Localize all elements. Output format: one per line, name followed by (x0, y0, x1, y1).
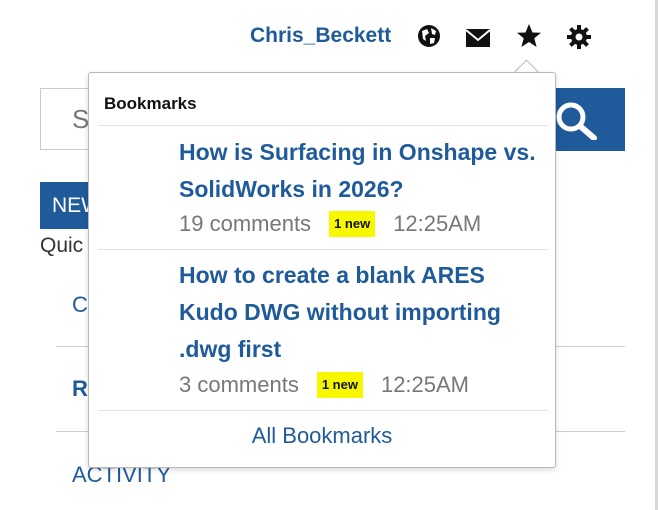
all-bookmarks-link[interactable]: All Bookmarks (89, 423, 555, 449)
dropdown-divider (98, 410, 548, 411)
comment-count: 3 comments (179, 372, 299, 397)
dropdown-divider (98, 249, 548, 250)
globe-icon[interactable] (416, 23, 442, 49)
mail-icon[interactable] (465, 25, 491, 51)
bookmark-meta: 3 comments 1 new 12:25AM (179, 372, 469, 398)
bookmark-title-link[interactable]: How is Surfacing in Onshape vs. SolidWor… (179, 134, 539, 208)
bookmark-time: 12:25AM (393, 211, 482, 236)
comment-count: 19 comments (179, 211, 312, 236)
bookmarks-dropdown: Bookmarks How is Surfacing in Onshape vs… (88, 72, 556, 468)
search-placeholder: S (72, 104, 90, 134)
new-badge: 1 new (329, 211, 376, 237)
bookmark-time: 12:25AM (380, 372, 470, 397)
username-link[interactable]: Chris_Beckett (250, 24, 391, 48)
nav-link-recent[interactable]: R (72, 376, 88, 402)
bookmark-meta: 19 comments 1 new 12:25AM (179, 211, 481, 237)
bookmark-title-link[interactable]: How to create a blank ARES Kudo DWG with… (179, 257, 539, 368)
dropdown-divider (98, 125, 548, 126)
dropdown-title: Bookmarks (104, 94, 197, 113)
nav-link-categories[interactable]: C (72, 292, 88, 318)
quick-links-label: Quic (40, 234, 84, 257)
new-badge: 1 new (316, 372, 363, 398)
search-icon (556, 102, 597, 140)
star-icon[interactable] (516, 23, 542, 49)
gear-icon[interactable] (566, 24, 592, 50)
